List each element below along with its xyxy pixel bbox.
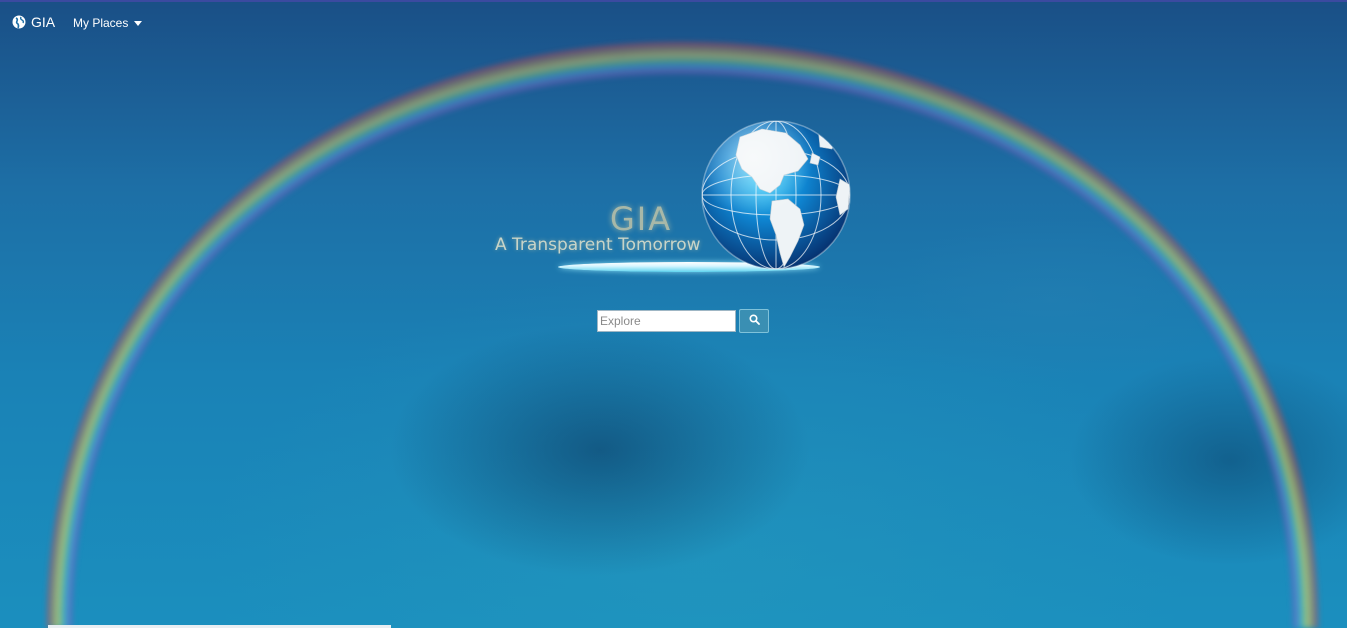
search-icon [748, 312, 760, 330]
brand-label: GIA [31, 14, 56, 30]
earth-globe-icon [701, 120, 851, 270]
search-form [597, 309, 769, 333]
logo-title: GIA [610, 200, 673, 238]
search-input[interactable] [597, 310, 736, 332]
globe-icon [12, 15, 26, 29]
logo-tagline: A Transparent Tomorrow [495, 235, 701, 255]
brand-link[interactable]: GIA [12, 14, 55, 30]
my-places-dropdown[interactable]: My Places [73, 16, 143, 30]
top-navbar: GIA My Places [0, 0, 1347, 44]
my-places-label: My Places [73, 16, 129, 30]
gia-logo: GIA A Transparent Tomorrow [490, 115, 860, 280]
caret-down-icon [134, 20, 143, 26]
search-button[interactable] [739, 309, 769, 333]
